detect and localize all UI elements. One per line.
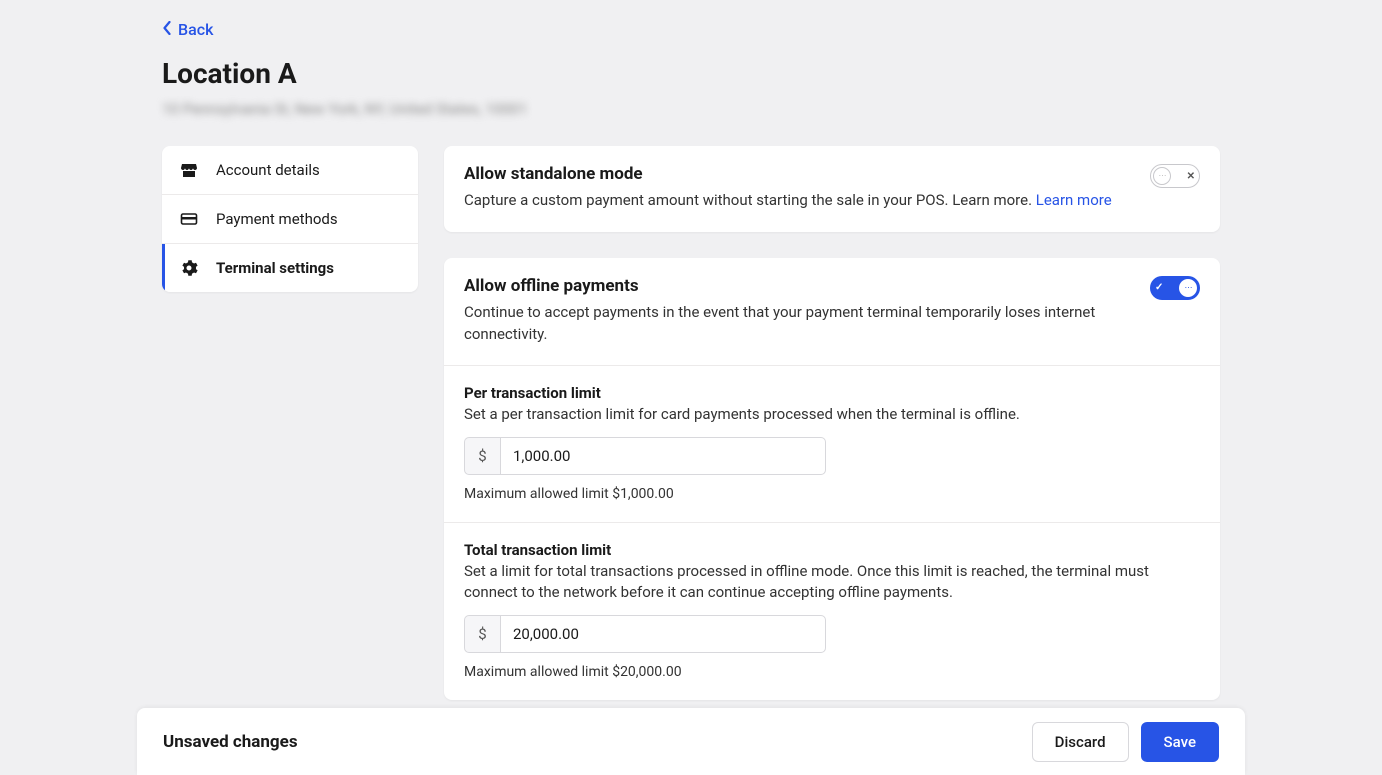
discard-button[interactable]: Discard	[1032, 722, 1129, 762]
per-tx-desc: Set a per transaction limit for card pay…	[464, 404, 1200, 425]
standalone-toggle[interactable]: ⋯ ✕	[1150, 164, 1200, 188]
sidebar-item-payment-methods[interactable]: Payment methods	[162, 195, 418, 244]
page-title: Location A	[162, 57, 1220, 90]
card-offline-payments: Allow offline payments Continue to accep…	[444, 258, 1220, 701]
offline-desc: Continue to accept payments in the event…	[464, 302, 1130, 346]
sidebar-item-label: Account details	[216, 161, 320, 179]
currency-prefix: $	[464, 615, 500, 653]
store-icon	[180, 161, 198, 179]
page-subtitle: 10 Pennsylvania St, New York, NY, United…	[162, 100, 1220, 118]
per-tx-input[interactable]	[500, 437, 826, 475]
back-label: Back	[178, 20, 213, 39]
sidebar-item-label: Terminal settings	[216, 259, 334, 277]
total-tx-helper: Maximum allowed limit $20,000.00	[464, 664, 1200, 680]
card-icon	[180, 210, 198, 228]
learn-more-link[interactable]: Learn more	[1036, 191, 1112, 209]
toggle-knob: ⋯	[1179, 279, 1197, 297]
card-standalone-mode: Allow standalone mode Capture a custom p…	[444, 146, 1220, 232]
offline-toggle[interactable]: ✓ ⋯	[1150, 276, 1200, 300]
total-tx-input-group: $	[464, 615, 826, 653]
check-icon: ✓	[1155, 282, 1163, 293]
unsaved-label: Unsaved changes	[163, 732, 298, 752]
sidebar-item-terminal-settings[interactable]: Terminal settings	[162, 244, 418, 292]
toggle-knob: ⋯	[1153, 167, 1171, 185]
per-tx-input-group: $	[464, 437, 826, 475]
standalone-title: Allow standalone mode	[464, 164, 1130, 184]
total-tx-title: Total transaction limit	[464, 541, 1200, 559]
chevron-left-icon	[162, 20, 172, 39]
per-tx-helper: Maximum allowed limit $1,000.00	[464, 486, 1200, 502]
sidebar-item-account-details[interactable]: Account details	[162, 146, 418, 195]
x-icon: ✕	[1187, 171, 1195, 182]
per-tx-title: Per transaction limit	[464, 384, 1200, 402]
gear-icon	[180, 259, 198, 277]
unsaved-changes-bar: Unsaved changes Discard Save	[137, 708, 1245, 775]
sidebar-item-label: Payment methods	[216, 210, 338, 228]
offline-title: Allow offline payments	[464, 276, 1130, 296]
total-tx-input[interactable]	[500, 615, 826, 653]
currency-prefix: $	[464, 437, 500, 475]
save-button[interactable]: Save	[1141, 722, 1219, 762]
settings-sidebar: Account details Payment methods Terminal…	[162, 146, 418, 292]
total-tx-desc: Set a limit for total transactions proce…	[464, 561, 1200, 603]
back-link[interactable]: Back	[162, 20, 213, 39]
standalone-desc: Capture a custom payment amount without …	[464, 190, 1130, 212]
